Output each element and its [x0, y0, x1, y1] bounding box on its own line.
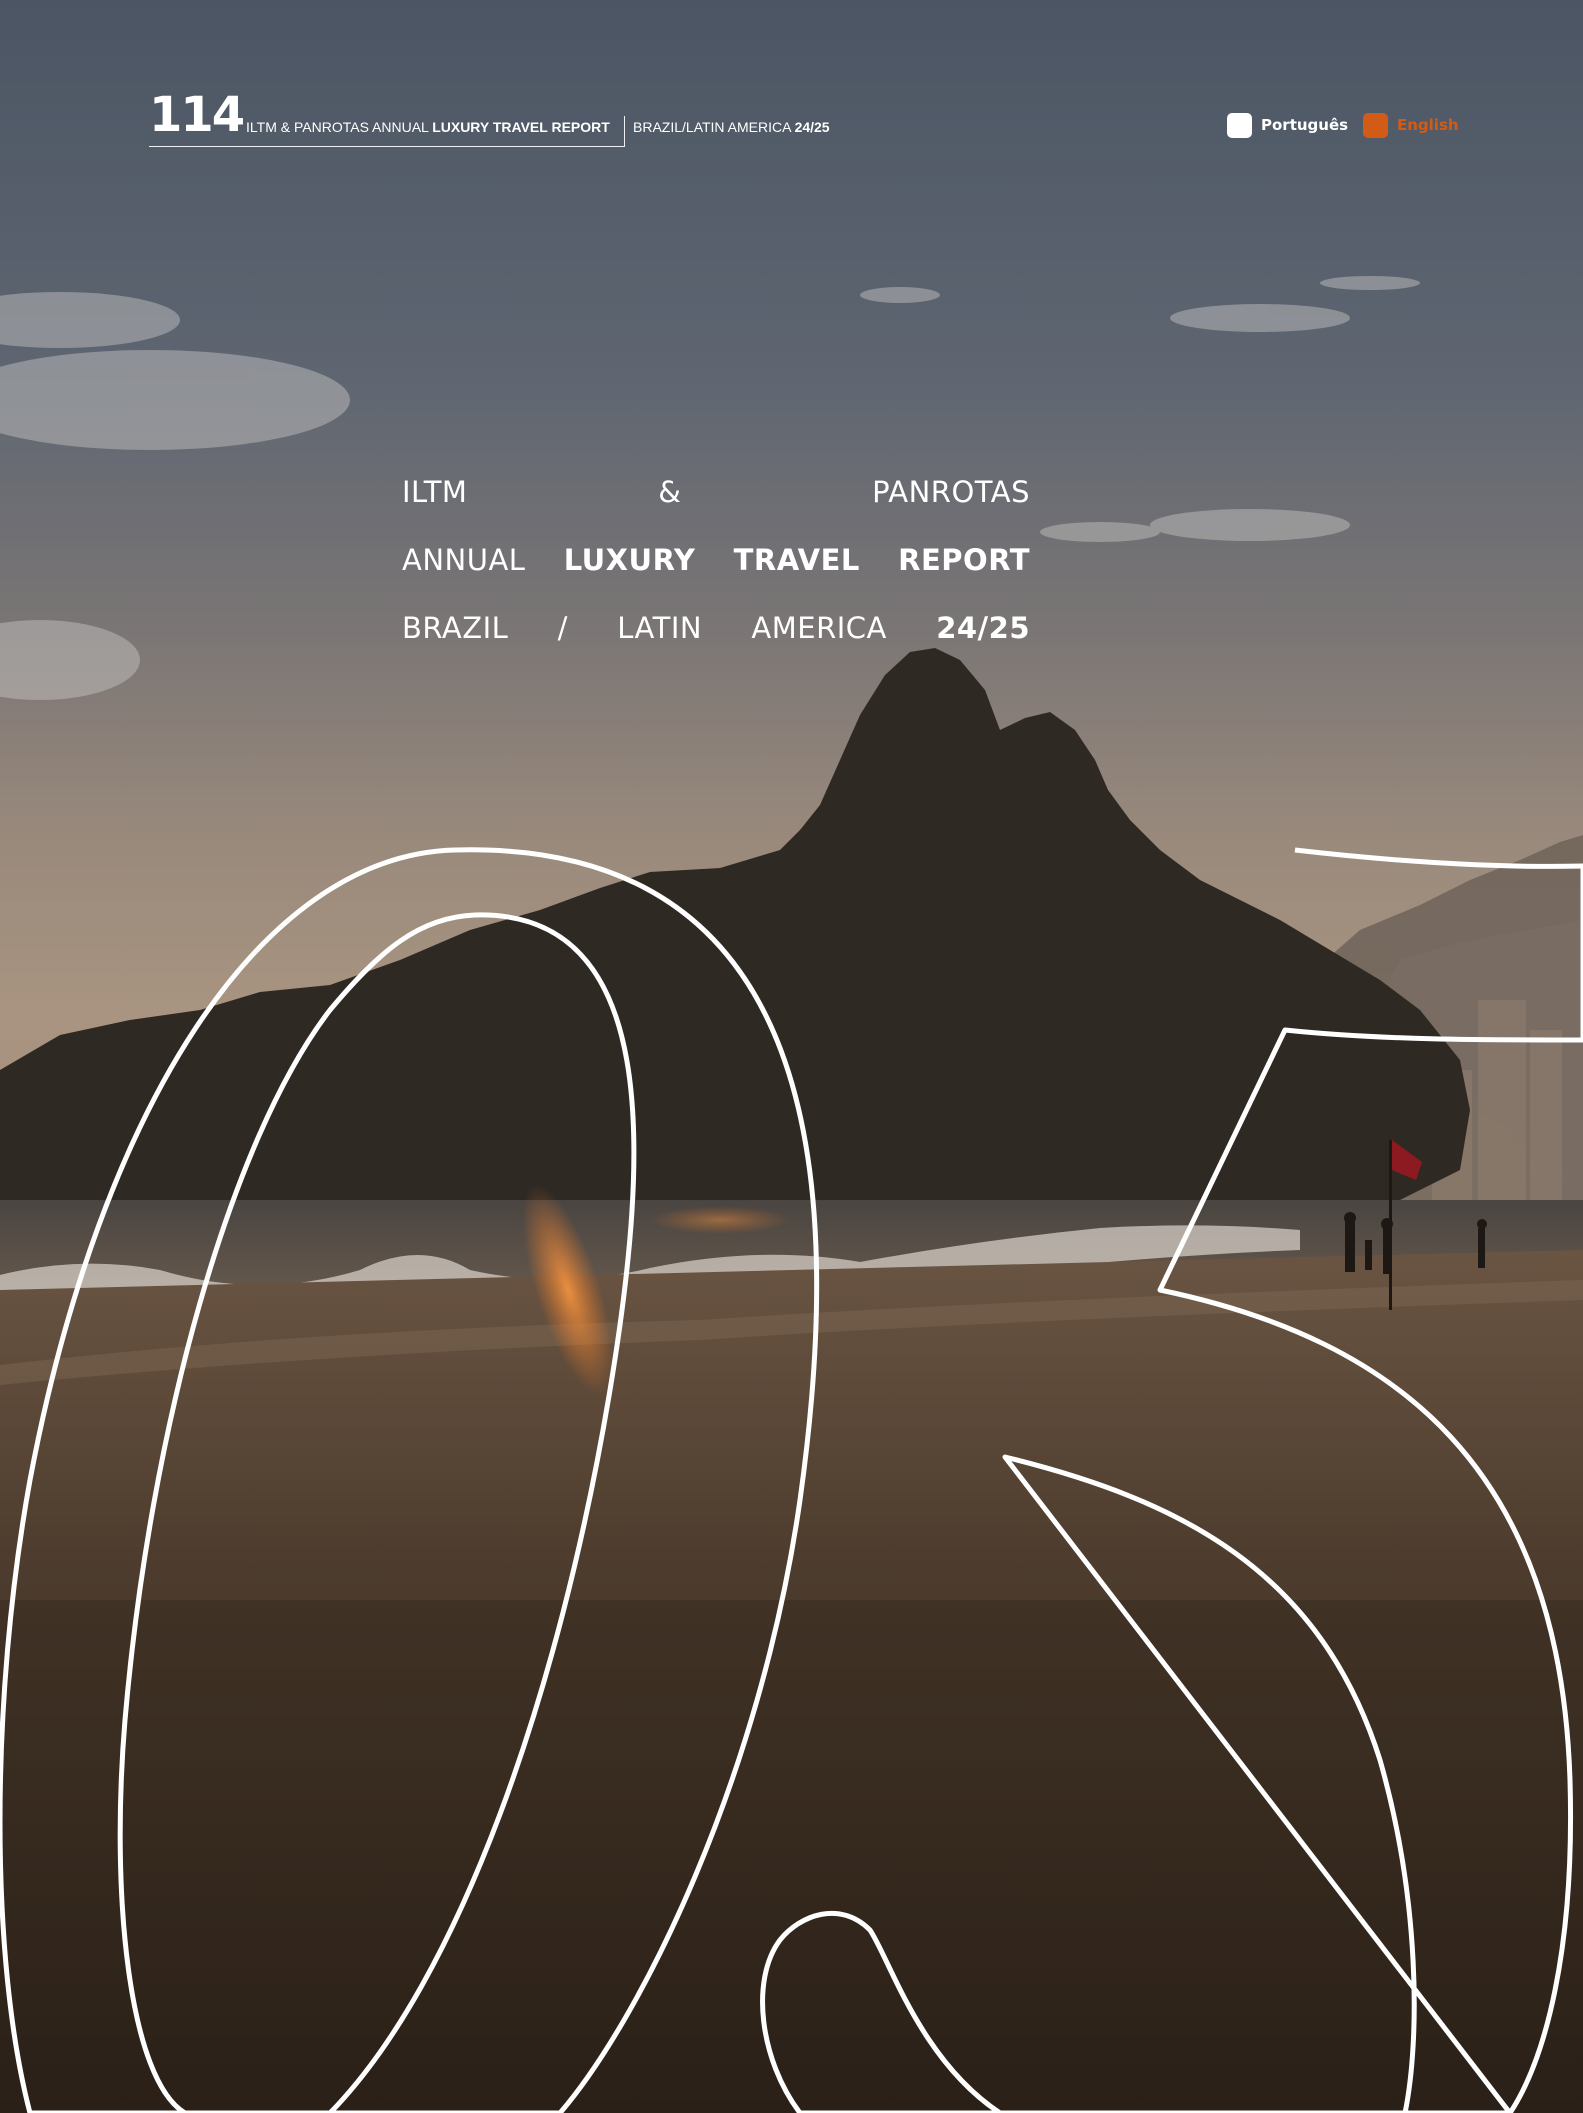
title-word: AMERICA: [751, 611, 887, 645]
white-square-icon: [1227, 112, 1252, 138]
title-word: LATIN: [617, 611, 703, 645]
language-link-portugues[interactable]: Português: [1227, 112, 1348, 138]
report-edition: 24/25: [794, 119, 830, 135]
language-label-english: English: [1397, 116, 1459, 134]
title-word: ILTM: [402, 475, 468, 509]
report-prefix: ILTM & PANROTAS ANNUAL: [246, 119, 429, 135]
title-word-bold: REPORT: [898, 543, 1030, 577]
orange-square-icon: [1363, 112, 1388, 138]
title-line-1: ILTM & PANROTAS: [402, 472, 1030, 512]
title-word-bold: 24/25: [936, 611, 1030, 645]
report-region-running-head: BRAZIL/LATIN AMERICA 24/25: [633, 118, 830, 136]
header-underline: [149, 146, 624, 147]
page-number: 114: [149, 87, 245, 143]
language-label-portugues: Português: [1261, 116, 1349, 134]
report-title-running-head: ILTM & PANROTAS ANNUAL LUXURY TRAVEL REP…: [246, 118, 610, 136]
title-word-bold: TRAVEL: [733, 543, 860, 577]
title-line-3: BRAZIL / LATIN AMERICA 24/25: [402, 608, 1030, 648]
beach-background-photo: [0, 0, 1583, 2113]
title-word: &: [658, 475, 682, 509]
title-word: ANNUAL: [402, 543, 526, 577]
report-region: BRAZIL/LATIN AMERICA: [633, 119, 791, 135]
title-line-2: ANNUAL LUXURY TRAVEL REPORT: [402, 540, 1030, 580]
report-bold-title: LUXURY TRAVEL REPORT: [432, 119, 610, 135]
language-link-english[interactable]: English: [1363, 112, 1459, 138]
title-word: PANROTAS: [872, 475, 1030, 509]
title-word-bold: LUXURY: [563, 543, 696, 577]
title-word: BRAZIL: [402, 611, 509, 645]
title-word: /: [557, 611, 568, 645]
header-divider: [624, 116, 625, 147]
